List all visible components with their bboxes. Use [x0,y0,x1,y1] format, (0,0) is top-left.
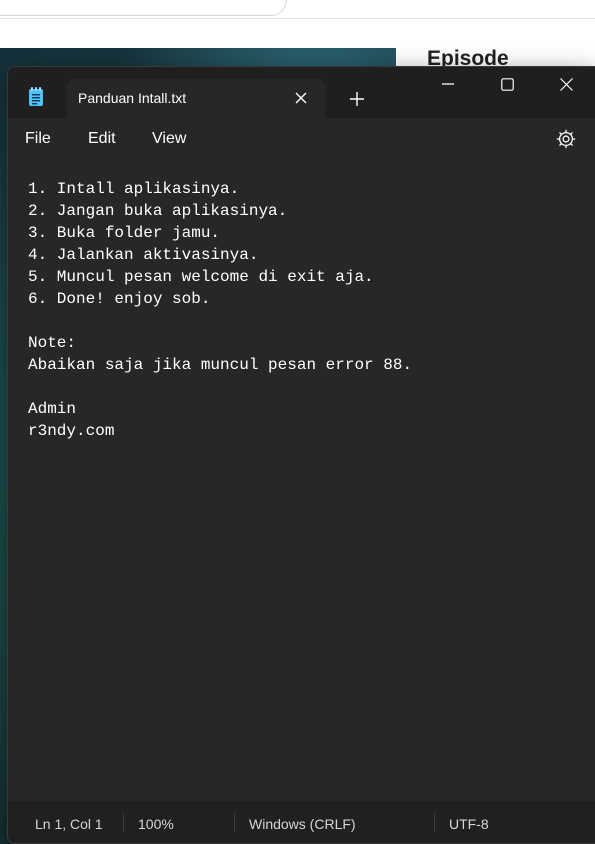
editor-line: Note: [28,334,77,352]
status-bar: Ln 1, Col 1 100% Windows (CRLF) UTF-8 [8,801,595,843]
status-divider [434,813,435,833]
menu-view[interactable]: View [152,130,186,148]
status-divider [123,813,124,833]
tab-active-file[interactable]: Panduan Intall.txt [67,79,325,118]
plus-icon [350,92,364,106]
menu-file[interactable]: File [25,130,51,148]
status-encoding[interactable]: UTF-8 [449,816,489,832]
maximize-icon [500,77,514,91]
editor-line: 3. Buka folder jamu. [28,224,221,242]
editor-line: 5. Muncul pesan welcome di exit aja. [28,268,374,286]
title-bar[interactable]: Panduan Intall.txt [8,67,595,118]
minimize-icon [442,83,454,85]
minimize-button[interactable] [419,67,477,101]
maximize-button[interactable] [478,67,536,101]
editor-line: 4. Jalankan aktivasinya. [28,246,259,264]
browser-address-pill[interactable] [0,0,287,16]
menu-edit[interactable]: Edit [88,130,116,148]
status-zoom[interactable]: 100% [138,816,174,832]
new-tab-button[interactable] [345,87,369,111]
status-line-ending[interactable]: Windows (CRLF) [249,816,356,832]
editor-line: 1. Intall aplikasinya. [28,180,240,198]
notepad-window: Panduan Intall.txt File Edit View 1. Int… [7,66,595,844]
close-icon [559,77,573,91]
editor-line: Admin [28,400,77,418]
tab-close-button[interactable] [290,87,312,109]
gear-icon[interactable] [555,128,577,150]
editor-line: 6. Done! enjoy sob. [28,290,211,308]
status-cursor-position[interactable]: Ln 1, Col 1 [35,816,103,832]
editor-line: Abaikan saja jika muncul pesan error 88. [28,356,413,374]
notepad-icon [29,87,43,106]
tab-title: Panduan Intall.txt [78,90,187,106]
text-editor[interactable]: 1. Intall aplikasinya. 2. Jangan buka ap… [8,160,595,801]
status-divider [234,813,235,833]
editor-line: 2. Jangan buka aplikasinya. [28,202,288,220]
editor-line: r3ndy.com [28,422,115,440]
menu-bar: File Edit View [8,118,595,160]
close-icon [295,92,307,104]
browser-top-bar [0,0,595,19]
window-close-button[interactable] [537,67,595,101]
